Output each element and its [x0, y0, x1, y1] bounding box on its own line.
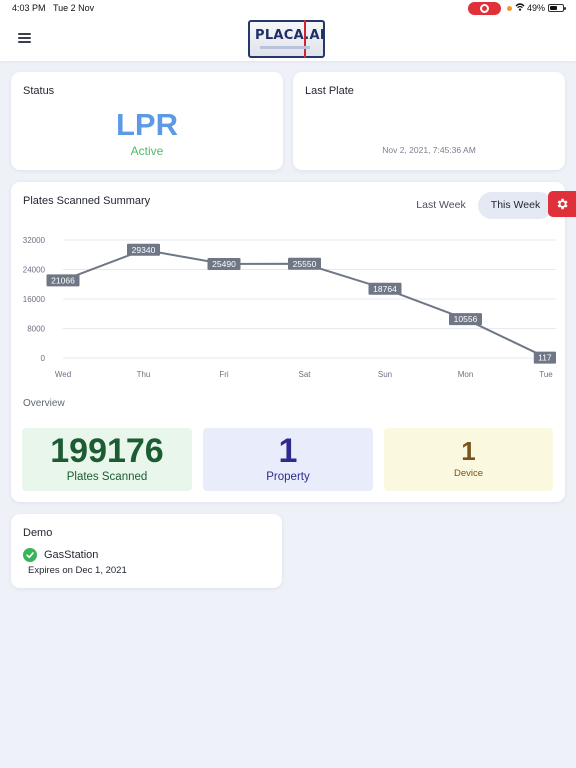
status-bar: 4:03 PM Tue 2 Nov 49% — [0, 0, 576, 17]
plates-summary-card: Plates Scanned Summary Last Week This We… — [11, 182, 565, 502]
overview-label: Overview — [23, 398, 65, 409]
demo-property-name[interactable]: GasStation — [44, 549, 98, 561]
demo-expiry: Expires on Dec 1, 2021 — [28, 565, 127, 576]
status-card: Status LPR Active — [11, 72, 283, 170]
y-tick-label: 24000 — [23, 266, 46, 275]
y-tick-label: 32000 — [23, 236, 46, 245]
placa-ai-logo: PLACA.AI — [248, 20, 325, 58]
data-label: 117 — [538, 353, 552, 363]
device-tile: 1 Device — [384, 428, 553, 491]
plates-scanned-label: Plates Scanned — [66, 471, 148, 483]
y-tick-label: 0 — [41, 354, 46, 363]
status-title: Status — [23, 85, 55, 97]
x-tick-label: Mon — [458, 370, 474, 379]
battery-percent: 49% — [527, 3, 546, 13]
last-plate-card[interactable]: Last Plate Nov 2, 2021, 7:45:36 AM — [293, 72, 565, 170]
data-label: 25490 — [212, 259, 236, 269]
data-label: 10556 — [454, 314, 478, 324]
settings-button[interactable] — [548, 191, 576, 217]
app-header: PLACA.AI — [0, 17, 576, 61]
plates-scanned-value: 199176 — [50, 432, 164, 470]
y-tick-label: 16000 — [23, 295, 46, 304]
gear-icon — [557, 198, 568, 210]
data-label: 29340 — [132, 245, 156, 255]
device-value: 1 — [461, 436, 476, 466]
last-plate-title: Last Plate — [305, 85, 354, 97]
x-tick-label: Fri — [219, 370, 229, 379]
date: Tue 2 Nov — [53, 3, 95, 13]
data-label: 21066 — [51, 275, 75, 285]
plates-line-chart: 0 8000 16000 24000 32000 Wed Thu Fri Sat Sun Mon Tu… — [11, 228, 565, 388]
property-label: Property — [266, 471, 310, 483]
data-label: 25550 — [293, 259, 317, 269]
battery-icon — [548, 4, 566, 12]
clock: 4:03 PM — [12, 3, 46, 13]
device-label: Device — [453, 468, 484, 479]
property-value: 1 — [278, 432, 298, 470]
lpr-state: Active — [130, 144, 164, 158]
x-tick-label: Sun — [378, 370, 392, 379]
wifi-icon — [515, 2, 525, 14]
plates-scanned-tile: 199176 Plates Scanned — [22, 428, 192, 491]
data-label: 18764 — [373, 284, 397, 294]
demo-card: Demo GasStation Expires on Dec 1, 2021 — [11, 514, 282, 588]
tab-last-week[interactable]: Last Week — [405, 192, 477, 219]
demo-title: Demo — [23, 527, 53, 539]
x-tick-label: Thu — [137, 370, 151, 379]
menu-icon[interactable] — [18, 32, 32, 44]
range-toggle: Last Week This Week — [405, 192, 565, 220]
tab-this-week[interactable]: This Week — [478, 192, 553, 219]
y-tick-label: 8000 — [27, 325, 45, 334]
logo-text: PLACA.AI — [255, 28, 325, 43]
summary-title: Plates Scanned Summary — [23, 195, 151, 207]
x-tick-label: Wed — [55, 370, 71, 379]
check-circle-icon — [23, 548, 37, 562]
chart-svg: 0 8000 16000 24000 32000 Wed Thu Fri Sat Sun Mon Tu… — [23, 236, 556, 379]
last-plate-timestamp: Nov 2, 2021, 7:45:36 AM — [382, 145, 476, 155]
property-tile: 1 Property — [203, 428, 373, 491]
x-tick-label: Tue — [539, 370, 553, 379]
mic-indicator-icon — [507, 6, 512, 11]
x-tick-label: Sat — [298, 370, 311, 379]
lpr-value: LPR — [116, 107, 178, 142]
screen-recording-icon — [468, 2, 501, 15]
